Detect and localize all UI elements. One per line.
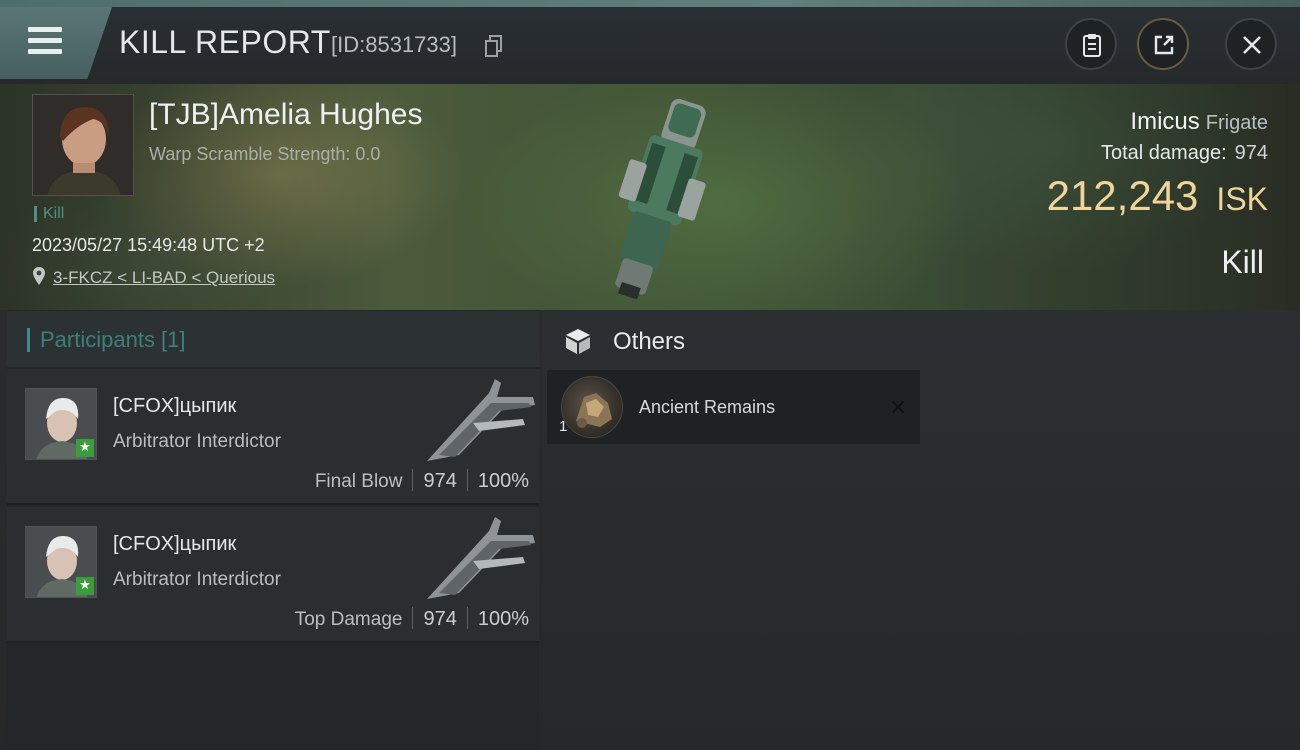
copy-icon[interactable] — [485, 35, 503, 57]
destroyed-icon: ✕ — [889, 396, 908, 421]
others-title: Others — [613, 328, 686, 355]
victim-banner: [TJB]Amelia Hughes Warp Scramble Strengt… — [0, 84, 1300, 310]
item-name: Ancient Remains — [639, 397, 776, 417]
participant-stats: Final Blow 974 100% — [315, 469, 529, 493]
kill-datetime: 2023/05/27 15:49:48 UTC +2 — [32, 235, 265, 255]
participant-row[interactable]: ★ [CFOX]цыпик Arbitrator Interdictor Fin… — [7, 369, 539, 505]
cargo-box-icon — [566, 329, 590, 354]
participant-stats: Top Damage 974 100% — [295, 607, 529, 631]
participant-percent: 100% — [477, 608, 529, 630]
participant-percent: 100% — [477, 470, 529, 492]
ancient-remains-icon — [561, 376, 623, 438]
close-icon — [1243, 36, 1261, 54]
participant-ship-image — [427, 379, 535, 461]
top-accent-line — [0, 0, 1300, 7]
participant-avatar[interactable]: ★ — [25, 388, 97, 460]
menu-icon — [28, 49, 62, 54]
total-damage: Total damage: 974 — [1100, 142, 1268, 164]
participant-ship: Arbitrator Interdictor — [113, 569, 281, 590]
victim-ship-name[interactable]: Imicus Frigate — [1130, 108, 1268, 136]
participant-ship-image — [427, 517, 535, 599]
final-blow-label: Final Blow — [314, 471, 403, 492]
clipboard-icon — [1083, 34, 1101, 57]
isk-value: 212,243 ISK — [1046, 172, 1268, 219]
share-icon — [1154, 35, 1174, 55]
clipboard-button[interactable] — [1065, 18, 1117, 70]
victim-name[interactable]: [TJB]Amelia Hughes — [149, 98, 422, 132]
participant-ship: Arbitrator Interdictor — [113, 431, 281, 452]
participant-name[interactable]: [CFOX]цыпик — [113, 533, 236, 556]
top-damage-label: Top Damage — [294, 609, 403, 630]
share-button[interactable] — [1137, 18, 1189, 70]
report-id: [ID:8531733] — [331, 32, 457, 57]
participant-damage: 974 — [423, 608, 457, 630]
star-icon: ★ — [76, 439, 94, 457]
participant-damage: 974 — [423, 470, 457, 492]
participant-name[interactable]: [CFOX]цыпик — [113, 395, 236, 418]
star-icon: ★ — [76, 577, 94, 595]
participants-header: Participants [1] — [7, 311, 539, 367]
item-quantity: 1 — [559, 418, 568, 435]
victim-portrait[interactable] — [32, 94, 134, 196]
close-button[interactable] — [1225, 18, 1277, 70]
warp-scramble-strength: Warp Scramble Strength: 0.0 — [149, 144, 381, 164]
participants-title: Participants [1] — [27, 328, 186, 352]
kill-location-link[interactable]: 3-FKCZ < LI-BAD < Querious — [53, 268, 275, 288]
participant-avatar[interactable]: ★ — [25, 526, 97, 598]
kill-result: Kill — [1221, 244, 1264, 280]
location-pin-icon — [33, 267, 45, 285]
menu-icon — [28, 38, 62, 43]
participant-row[interactable]: ★ [CFOX]цыпик Arbitrator Interdictor Top… — [7, 507, 539, 643]
ship-class: Frigate — [1205, 112, 1268, 134]
kill-tag: Kill — [34, 206, 64, 222]
item-card[interactable]: 1 Ancient Remains ✕ — [547, 370, 920, 444]
page-title: KILL REPORT — [119, 24, 331, 60]
menu-icon — [28, 27, 62, 32]
victim-ship-image — [615, 98, 706, 300]
